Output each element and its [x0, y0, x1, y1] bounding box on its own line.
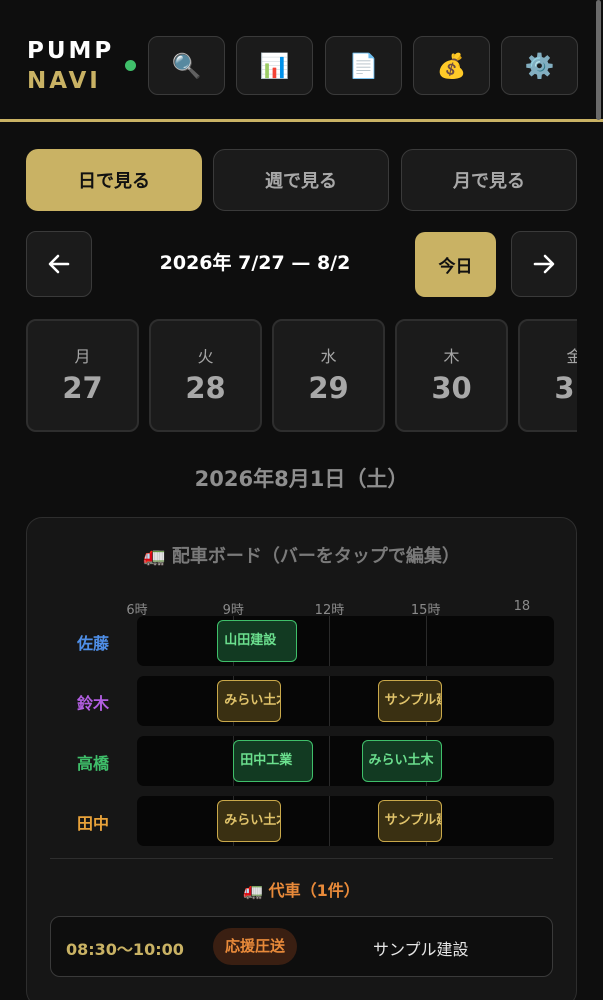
job-bar[interactable]: 田中工業 [233, 740, 314, 782]
status-dot [125, 60, 136, 71]
driver-name: 田中 [76, 814, 109, 833]
driver-track[interactable]: 山田建設 [137, 616, 554, 666]
day-card-fri[interactable]: 金 31 [518, 319, 577, 432]
billing-button[interactable]: 💰 [413, 36, 490, 95]
settings-button[interactable]: ⚙️ [501, 36, 578, 95]
gear-icon: ⚙️ [524, 51, 555, 80]
substitute-title: 🚛 代車（1件） [243, 881, 360, 900]
substitute-time: 08:30〜10:00 [66, 940, 184, 959]
grid-line [329, 616, 331, 666]
stats-button[interactable]: 📊 [236, 36, 313, 95]
driver-name: 高橋 [76, 754, 109, 773]
day-card-mon[interactable]: 月 27 [26, 319, 139, 432]
time-tick: 18 [513, 599, 531, 614]
selected-date-heading: 2026年8月1日（土） [194, 467, 409, 491]
day-number: 31 [554, 371, 577, 405]
logo[interactable]: PUMP NAVI [27, 36, 136, 96]
day-weekday: 月 [74, 347, 91, 366]
day-card-tue[interactable]: 火 28 [149, 319, 262, 432]
job-bar[interactable]: 山田建設 [217, 620, 298, 662]
tab-month[interactable]: 月で見る [401, 149, 577, 211]
job-bar[interactable]: みらい土木 [361, 740, 442, 782]
arrow-left-icon [48, 254, 70, 274]
app-header: PUMP NAVI 🔍 📊 📄 💰 ⚙️ [0, 0, 603, 122]
driver-track[interactable]: みらい土木 サンプル建設 [137, 676, 554, 726]
logo-line2: NAVI [27, 68, 101, 94]
grid-line [329, 736, 331, 786]
arrow-right-icon [533, 254, 555, 274]
job-bar[interactable]: サンプル建設 [377, 680, 442, 722]
chart-icon: 📊 [259, 51, 290, 80]
tab-day[interactable]: 日で見る [26, 149, 202, 211]
board-title: 🚛 配車ボード（バーをタップで編集） [143, 546, 460, 567]
today-button[interactable]: 今日 [415, 232, 496, 297]
driver-name: 佐藤 [76, 634, 109, 653]
day-strip[interactable]: 月 27 火 28 水 29 木 30 金 31 [26, 318, 577, 434]
day-card-thu[interactable]: 木 30 [395, 319, 508, 432]
job-bar[interactable]: サンプル建設 [377, 800, 442, 842]
day-weekday: 火 [197, 347, 214, 366]
day-number: 29 [308, 371, 349, 405]
driver-track[interactable]: みらい土木 サンプル建設 [137, 796, 554, 846]
dispatch-board: 🚛 配車ボード（バーをタップで編集） 6時 9時 12時 15時 18 佐藤 山田建設 鈴木… [26, 517, 577, 1000]
documents-button[interactable]: 📄 [325, 36, 402, 95]
tab-week[interactable]: 週で見る [213, 149, 389, 211]
search-icon: 🔍 [171, 51, 202, 80]
grid-line [329, 676, 331, 726]
search-button[interactable]: 🔍 [148, 36, 225, 95]
driver-name: 鈴木 [76, 694, 109, 713]
day-card-wed[interactable]: 水 29 [272, 319, 385, 432]
grid-line [329, 796, 331, 846]
job-bar[interactable]: みらい土木 [217, 800, 282, 842]
substitute-badge: 応援圧送 [213, 928, 298, 965]
grid-line [425, 616, 427, 666]
money-bag-icon: 💰 [436, 51, 467, 80]
document-icon: 📄 [348, 51, 379, 80]
day-number: 27 [62, 371, 103, 405]
date-range: 2026年 7/27 — 8/2 [159, 252, 351, 274]
substitute-client: サンプル建設 [373, 940, 469, 959]
day-number: 30 [431, 371, 472, 405]
scrollbar[interactable] [596, 0, 601, 120]
day-weekday: 木 [443, 347, 460, 366]
driver-track[interactable]: 田中工業 みらい土木 [137, 736, 554, 786]
day-weekday: 金 [566, 347, 577, 366]
day-weekday: 水 [320, 347, 337, 366]
divider [50, 858, 553, 859]
day-number: 28 [185, 371, 226, 405]
logo-line1: PUMP [27, 38, 115, 64]
prev-week-button[interactable] [26, 231, 92, 297]
job-bar[interactable]: みらい土木 [217, 680, 282, 722]
substitute-item[interactable]: 08:30〜10:00 応援圧送 サンプル建設 [50, 916, 553, 977]
next-week-button[interactable] [511, 231, 577, 297]
